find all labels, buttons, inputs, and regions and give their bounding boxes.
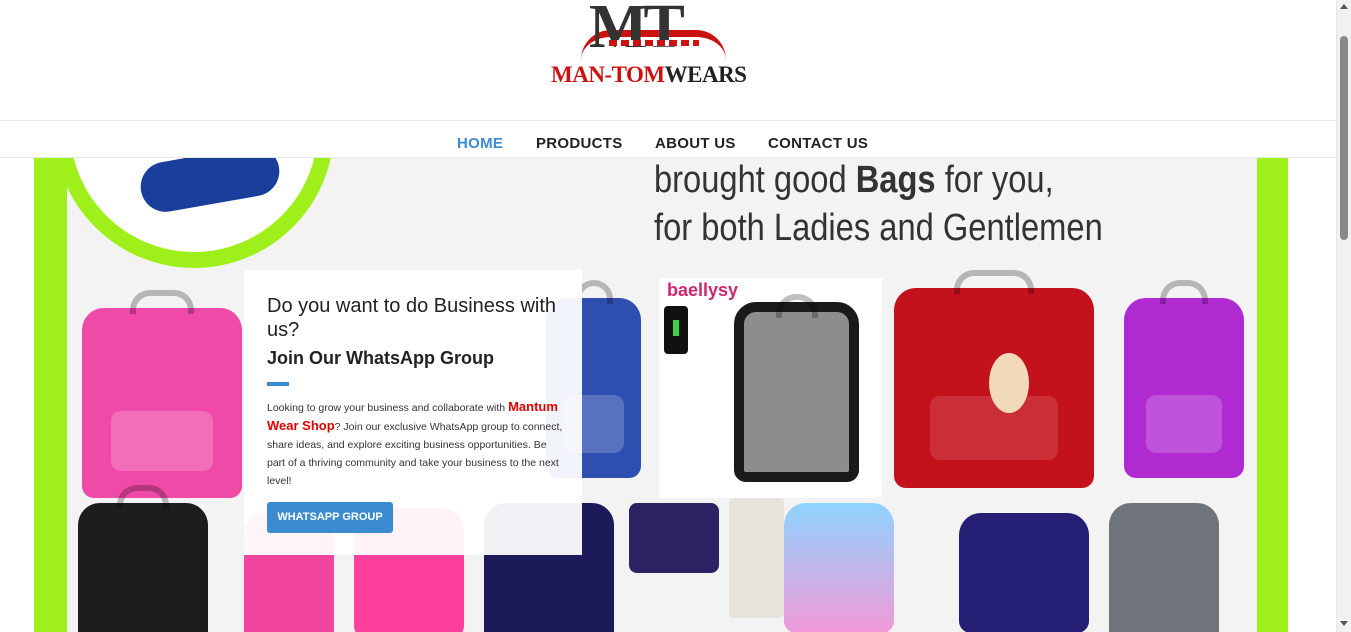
main-nav: HOME PRODUCTS ABOUT US CONTACT US <box>0 120 1336 158</box>
purple-backpack-image <box>1124 280 1244 478</box>
hero-headline-post: for you, <box>935 159 1054 201</box>
pastel-backpack-image <box>784 503 894 632</box>
nav-contact-us[interactable]: CONTACT US <box>768 135 868 152</box>
navy-bag-set-image <box>959 513 1089 632</box>
logo-stripe <box>609 40 699 46</box>
scroll-up-arrow-icon[interactable] <box>1340 4 1348 9</box>
logo-brand-red: MAN-TOM <box>551 62 665 87</box>
whatsapp-group-button[interactable]: WHATSAPP GROUP <box>267 502 393 533</box>
hero-banner: brought good Bags for you, for both Ladi… <box>34 158 1288 632</box>
promo-subheading: Join Our WhatsApp Group <box>267 348 494 368</box>
logo-monogram: MT <box>589 0 685 61</box>
logo-brand-dark: WEARS <box>664 62 747 87</box>
promo-heading: Do you want to do Business with us? <box>267 295 557 341</box>
hero-headline-bold: Bags <box>855 159 936 201</box>
hero-headline: brought good Bags for you, for both Ladi… <box>654 158 1103 252</box>
hero-headline-line2: for both Ladies and Gentlemen <box>654 207 1103 249</box>
site-header: MT MAN-TOMWEARS <box>0 0 1336 120</box>
scrollbar-thumb[interactable] <box>1340 36 1348 240</box>
whatsapp-promo-card: Do you want to do Business with us? Join… <box>244 270 582 555</box>
promo-text-pre: Looking to grow your business and collab… <box>267 402 509 414</box>
hero-logo-swoosh <box>136 158 284 216</box>
product-brand-label: baellysy <box>667 280 739 300</box>
model-with-bag-image <box>729 498 784 618</box>
site-logo[interactable]: MT MAN-TOMWEARS <box>549 0 760 100</box>
teddy-keychain-icon <box>989 353 1029 413</box>
page-scrollbar[interactable] <box>1336 0 1351 632</box>
nav-products[interactable]: PRODUCTS <box>536 135 623 152</box>
pink-backpack-image <box>82 290 242 498</box>
baellysy-product-tile: baellysy <box>659 278 882 498</box>
hero-headline-line1: brought good Bags for you, <box>654 158 1103 204</box>
promo-description: Looking to grow your business and collab… <box>267 398 567 490</box>
grey-usb-backpack-image <box>1109 503 1219 632</box>
anti-theft-backpack-image <box>734 294 859 482</box>
lunch-bag-image <box>629 503 719 573</box>
phone-charging-icon <box>664 306 688 354</box>
logo-wordmark: MAN-TOMWEARS <box>551 62 747 88</box>
scroll-down-arrow-icon[interactable] <box>1340 621 1348 626</box>
hero-headline-pre: brought good <box>654 159 856 201</box>
nav-about-us[interactable]: ABOUT US <box>655 135 736 152</box>
black-backpack-image <box>78 485 208 632</box>
promo-divider <box>267 382 289 386</box>
nav-home[interactable]: HOME <box>457 135 503 152</box>
